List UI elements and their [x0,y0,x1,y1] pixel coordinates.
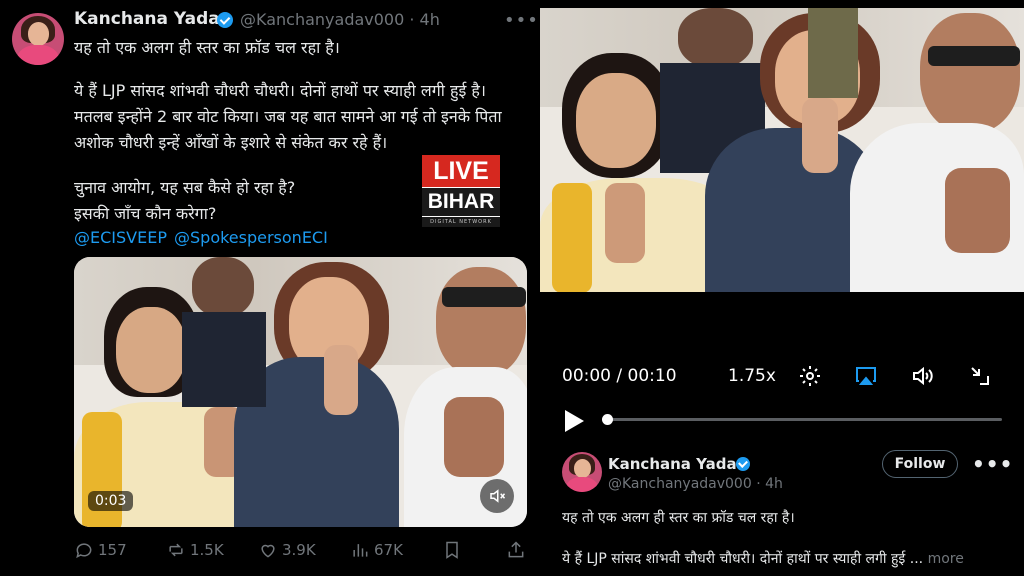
mention-link[interactable]: @ECISVEEP [74,228,167,247]
views-button[interactable]: 67K [350,540,403,560]
tweet-text-truncated: ये हैं LJP सांसद शांभवी चौधरी चौधरी। दोन… [562,551,924,567]
more-options-icon[interactable]: ••• [504,10,539,31]
tweet-text-line: ये हैं LJP सांसद शांभवी चौधरी चौधरी। दोन… [74,81,486,100]
volume-icon[interactable] [910,364,934,388]
expanded-video-view: 00:00 / 00:10 1.75x Kanchana Yadav @Kanc… [540,0,1024,576]
speaker-muted-icon [490,489,506,503]
video-timer: 0:03 [88,491,134,511]
heart-icon [261,544,275,558]
reply-count: 157 [98,541,127,559]
bookmark-icon [446,541,458,559]
share-button[interactable] [506,540,526,560]
progress-handle[interactable] [602,414,613,425]
verified-badge-icon [217,12,233,28]
repost-button[interactable]: 1.5K [166,540,224,560]
playback-speed-button[interactable]: 1.75x [728,366,776,386]
logo-bihar-text: BIHAR [422,188,500,216]
tweet-text-line: चुनाव आयोग, यह सब कैसे हो रहा है? [74,178,296,197]
like-count: 3.9K [282,541,316,559]
author-handle[interactable]: @Kanchanyadav000 · 4h [240,10,440,29]
live-bihar-logo: LIVE BIHAR DIGITAL NETWORK [422,155,500,227]
reply-icon [76,543,92,559]
progress-bar[interactable] [604,418,1002,421]
verified-badge-icon [736,457,750,471]
video-frame[interactable] [540,8,1024,292]
author-name[interactable]: Kanchana Yadav [74,9,231,29]
mute-button[interactable] [480,479,514,513]
post-time: · 4h [409,10,440,29]
play-icon[interactable] [562,408,586,434]
bookmark-button[interactable] [442,540,462,560]
tweet-text-line: अशोक चौधरी इन्हें आँखों के इशारे से संके… [74,133,388,152]
exit-fullscreen-icon[interactable] [968,364,992,388]
handle-text: @Kanchanyadav000 [240,10,405,29]
tweet-text-line: ये हैं LJP सांसद शांभवी चौधरी चौधरी। दोन… [562,549,964,568]
tweet-text-line: मतलब इन्होंने 2 बार वोट किया। जब यह बात … [74,107,502,126]
logo-sub-text: DIGITAL NETWORK [422,217,500,227]
share-icon [508,541,524,558]
more-options-icon[interactable]: ••• [972,452,1013,476]
author-handle[interactable]: @Kanchanyadav000 · 4h [608,476,783,492]
gear-icon[interactable] [798,364,822,388]
more-link[interactable]: more [928,551,964,567]
repost-icon [169,543,183,557]
mention-link[interactable]: @SpokespersonECI [174,228,328,247]
views-chart-icon [353,544,368,557]
video-player[interactable] [74,257,527,527]
author-avatar[interactable] [562,452,602,492]
tweet-text-line: इसकी जाँच कौन करेगा? [74,204,217,223]
airplay-icon[interactable] [854,364,878,388]
repost-count: 1.5K [190,541,224,559]
author-avatar[interactable] [12,13,64,65]
views-count: 67K [374,541,403,559]
playback-time: 00:00 / 00:10 [562,366,677,386]
reply-button[interactable]: 157 [74,540,127,560]
follow-button[interactable]: Follow [882,450,958,478]
logo-live-text: LIVE [422,155,500,187]
tweet-text-line: यह तो एक अलग ही स्तर का फ्रॉड चल रहा है। [562,510,795,526]
author-name[interactable]: Kanchana Yadav [608,455,746,473]
tweet-text-line: यह तो एक अलग ही स्तर का फ्रॉड चल रहा है। [74,38,340,57]
like-button[interactable]: 3.9K [258,540,316,560]
tweet-card: Kanchana Yadav @Kanchanyadav000 · 4h •••… [0,0,540,576]
